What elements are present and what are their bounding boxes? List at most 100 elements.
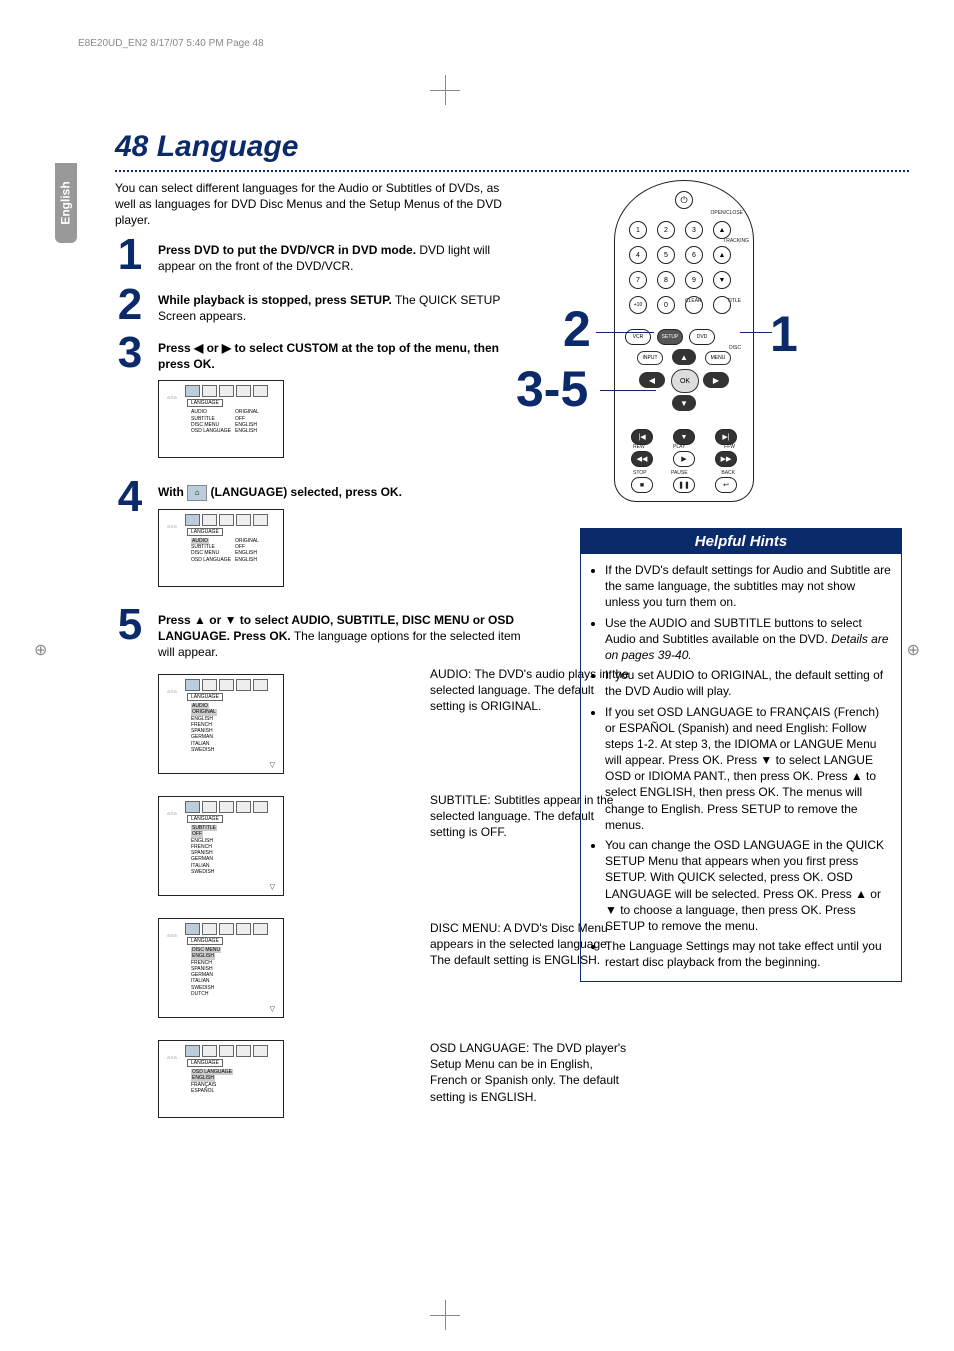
- hint-item: If you set AUDIO to ORIGINAL, the defaul…: [605, 667, 891, 699]
- num-9: 9: [685, 271, 703, 289]
- callout-1: 1: [770, 305, 798, 363]
- ffw-icon: ▶▶: [715, 451, 737, 467]
- step-3: 3 Press ◀ or ▶ to select CUSTOM at the t…: [112, 340, 522, 458]
- callout-2: 2: [563, 300, 591, 358]
- hint-item: If the DVD's default settings for Audio …: [605, 562, 891, 611]
- label-tracking: TRACKING: [723, 239, 749, 244]
- step-4: 4 With ⌂ (LANGUAGE) selected, press OK. …: [112, 484, 522, 587]
- remote-deco-icon: ⊙⊙⊙: [162, 395, 182, 400]
- scroll-down-icon: ▽: [270, 1005, 275, 1013]
- osd-audio: ⊙⊙⊙ LANGUAGE AUDIO ORIGINAL ENGLISH FREN…: [112, 666, 284, 774]
- intro-text: You can select different languages for t…: [115, 180, 515, 229]
- osd-tab-label: LANGUAGE: [187, 1059, 223, 1067]
- label-pause: PAUSE: [671, 471, 688, 476]
- osd-tab-label: LANGUAGE: [187, 937, 223, 945]
- num-6: 6: [685, 246, 703, 264]
- label-play: PLAY: [673, 445, 685, 450]
- dvd-button: DVD: [689, 329, 715, 345]
- num-5: 5: [657, 246, 675, 264]
- crop-mark-icon: [430, 1300, 460, 1330]
- remote-deco-icon: ⊙⊙⊙: [162, 689, 182, 694]
- osd-screenshot: ⊙⊙⊙ LANGUAGE AUDIOORIGINAL SUBTITLEOFF D…: [158, 509, 284, 587]
- stop-icon: ■: [631, 477, 653, 493]
- label-clear: CLEAR: [685, 299, 702, 304]
- label-rew: REW: [633, 445, 645, 450]
- callout-line: [740, 332, 772, 333]
- osd-osdlanguage: ⊙⊙⊙ LANGUAGE OSD LANGUAGE ENGLISH FRANÇA…: [112, 1032, 284, 1118]
- remote-deco-icon: ⊙⊙⊙: [162, 524, 182, 529]
- scroll-down-icon: ▽: [270, 761, 275, 769]
- num-1: 1: [629, 221, 647, 239]
- remote-deco-icon: ⊙⊙⊙: [162, 1055, 182, 1060]
- remote-diagram: ⏻ OPEN/CLOSE 1 2 3 ▲ 4 5 6 ▲ 7 8 9 ▼ +10…: [614, 180, 754, 502]
- remote-deco-icon: ⊙⊙⊙: [162, 811, 182, 816]
- num-4: 4: [629, 246, 647, 264]
- back-icon: ↩: [715, 477, 737, 493]
- menu-button: MENU: [705, 351, 731, 365]
- step-number: 3: [112, 328, 148, 378]
- play-icon: ▶: [673, 451, 695, 467]
- crop-mark-icon: [430, 75, 460, 105]
- power-icon: ⏻: [675, 191, 693, 209]
- label-stop: STOP: [633, 471, 647, 476]
- callout-line: [600, 390, 656, 391]
- helpful-hints-box: Helpful Hints If the DVD's default setti…: [580, 528, 902, 982]
- dpad-right-icon: ▶: [703, 372, 729, 388]
- step-1: 1 Press DVD to put the DVD/VCR in DVD mo…: [112, 242, 522, 274]
- next-icon: ▶|: [715, 429, 737, 445]
- step-number: 5: [112, 600, 148, 650]
- margin-arrow-icon: ⊕: [34, 640, 47, 660]
- step-number: 2: [112, 280, 148, 330]
- eject-icon: ▲: [713, 221, 731, 239]
- label-disc: DISC: [729, 346, 741, 351]
- callout-35: 3-5: [516, 360, 588, 418]
- numpad: 1 2 3 ▲ 4 5 6 ▲ 7 8 9 ▼ +10 0: [629, 221, 733, 316]
- down-icon: ▼: [673, 429, 695, 445]
- num-8: 8: [657, 271, 675, 289]
- prev-icon: |◀: [631, 429, 653, 445]
- page-title: 48 Language: [115, 130, 298, 164]
- hint-item: If you set OSD LANGUAGE to FRANÇAIS (Fre…: [605, 704, 891, 834]
- num-7: 7: [629, 271, 647, 289]
- osd-discmenu: ⊙⊙⊙ LANGUAGE DISC MENU ENGLISH FRENCH SP…: [112, 910, 284, 1018]
- divider: [115, 170, 909, 172]
- hint-item: You can change the OSD LANGUAGE in the Q…: [605, 837, 891, 934]
- osd-rows: AUDIOORIGINAL SUBTITLEOFF DISC MENUENGLI…: [191, 409, 279, 434]
- step-2: 2 While playback is stopped, press SETUP…: [112, 292, 522, 324]
- step-5: 5 Press ▲ or ▼ to select AUDIO, SUBTITLE…: [112, 612, 522, 661]
- num-plus10: +10: [629, 296, 647, 314]
- osd-rows: AUDIOORIGINAL SUBTITLEOFF DISC MENUENGLI…: [191, 538, 279, 563]
- osd-tab-label: LANGUAGE: [187, 528, 223, 536]
- dpad: INPUT MENU ▲ ▼ ◀ ▶ OK: [639, 349, 729, 419]
- callout-line: [596, 332, 654, 333]
- rew-icon: ◀◀: [631, 451, 653, 467]
- remote-deco-icon: ⊙⊙⊙: [162, 933, 182, 938]
- osd-screenshot: ⊙⊙⊙ LANGUAGE AUDIOORIGINAL SUBTITLEOFF D…: [158, 380, 284, 458]
- num-0: 0: [657, 296, 675, 314]
- osd-subtitle: ⊙⊙⊙ LANGUAGE SUBTITLE OFF ENGLISH FRENCH…: [112, 788, 284, 896]
- label-ffw: FFW: [724, 445, 735, 450]
- print-header: E8E20UD_EN2 8/17/07 5:40 PM Page 48: [78, 38, 264, 49]
- dpad-up-icon: ▲: [672, 349, 696, 365]
- dpad-left-icon: ◀: [639, 372, 665, 388]
- language-tab: English: [55, 163, 77, 243]
- osd-tab-label: LANGUAGE: [187, 399, 223, 407]
- osd-tab-label: LANGUAGE: [187, 693, 223, 701]
- step-number: 4: [112, 472, 148, 522]
- hint-item: The Language Settings may not take effec…: [605, 938, 891, 970]
- ok-button: OK: [671, 369, 699, 393]
- num-3: 3: [685, 221, 703, 239]
- osd-tab-label: LANGUAGE: [187, 815, 223, 823]
- desc-osdlang: OSD LANGUAGE: The DVD player's Setup Men…: [430, 1040, 630, 1105]
- hint-item: Use the AUDIO and SUBTITLE buttons to se…: [605, 615, 891, 664]
- scroll-down-icon: ▽: [270, 883, 275, 891]
- dpad-down-icon: ▼: [672, 395, 696, 411]
- input-button: INPUT: [637, 351, 663, 365]
- language-icon: ⌂: [187, 485, 207, 501]
- hints-title: Helpful Hints: [581, 529, 901, 554]
- setup-button: SETUP: [657, 329, 683, 345]
- label-back: BACK: [721, 471, 735, 476]
- tracking-up-icon: ▲: [713, 246, 731, 264]
- label-openclose: OPEN/CLOSE: [710, 211, 743, 216]
- margin-arrow-icon: ⊕: [907, 640, 920, 660]
